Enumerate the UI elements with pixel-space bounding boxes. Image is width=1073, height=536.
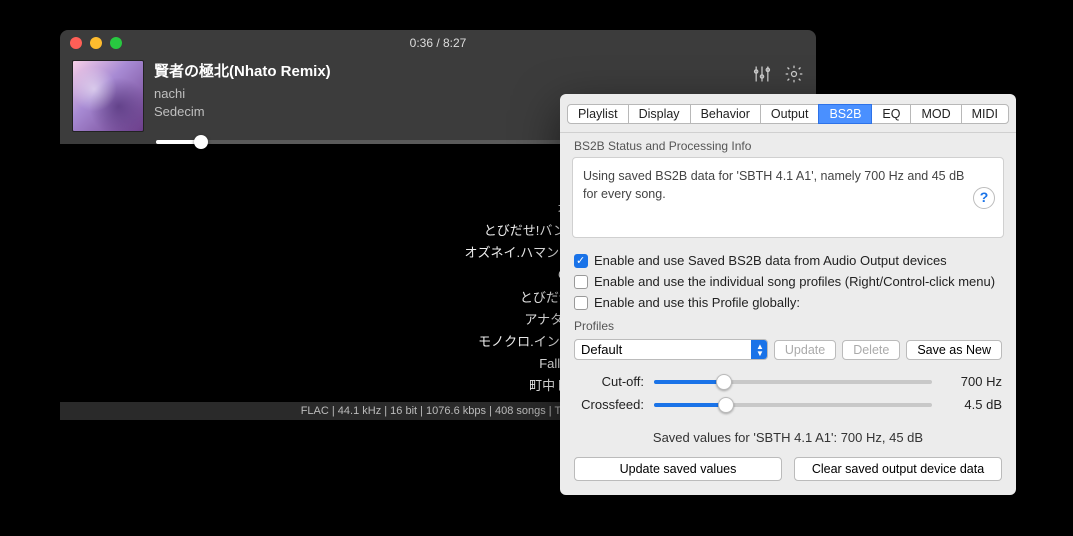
chk-individual-box[interactable] xyxy=(574,275,588,289)
gear-icon[interactable] xyxy=(784,64,804,89)
saved-values-line: Saved values for 'SBTH 4.1 A1': 700 Hz, … xyxy=(560,418,1016,451)
equalizer-icon[interactable] xyxy=(752,64,772,89)
cutoff-slider[interactable] xyxy=(654,380,932,384)
chk-individual[interactable]: Enable and use the individual song profi… xyxy=(574,271,1002,292)
status-text: Using saved BS2B data for 'SBTH 4.1 A1',… xyxy=(583,169,964,201)
window-controls xyxy=(70,37,122,49)
tab-mod[interactable]: MOD xyxy=(910,104,961,124)
cutoff-value: 700 Hz xyxy=(942,374,1002,389)
status-section-label: BS2B Status and Processing Info xyxy=(560,133,1016,155)
chk-saved-box[interactable] xyxy=(574,254,588,268)
cutoff-slider-row: Cut-off: 700 Hz xyxy=(574,370,1002,393)
settings-panel: PlaylistDisplayBehaviorOutputBS2BEQMODMI… xyxy=(560,94,1016,495)
chk-saved[interactable]: Enable and use Saved BS2B data from Audi… xyxy=(574,250,1002,271)
crossfeed-knob[interactable] xyxy=(718,397,734,413)
profile-select[interactable]: Default xyxy=(574,339,768,360)
tab-midi[interactable]: MIDI xyxy=(961,104,1009,124)
zoom-icon[interactable] xyxy=(110,37,122,49)
update-saved-button[interactable]: Update saved values xyxy=(574,457,782,481)
titlebar: 0:36 / 8:27 xyxy=(60,30,816,56)
clear-saved-button[interactable]: Clear saved output device data xyxy=(794,457,1002,481)
chk-global-box[interactable] xyxy=(574,296,588,310)
cutoff-label: Cut-off: xyxy=(574,374,644,389)
profile-select-wrap[interactable]: Default ▲▼ xyxy=(574,339,768,360)
status-infobox: Using saved BS2B data for 'SBTH 4.1 A1',… xyxy=(572,157,1004,238)
cutoff-knob[interactable] xyxy=(716,374,732,390)
tab-bs2b[interactable]: BS2B xyxy=(818,104,872,124)
delete-profile-button[interactable]: Delete xyxy=(842,340,900,360)
settings-tabs: PlaylistDisplayBehaviorOutputBS2BEQMODMI… xyxy=(560,94,1016,133)
crossfeed-slider[interactable] xyxy=(654,403,932,407)
tab-display[interactable]: Display xyxy=(628,104,691,124)
playback-time: 0:36 / 8:27 xyxy=(410,36,467,50)
tab-playlist[interactable]: Playlist xyxy=(567,104,629,124)
tab-behavior[interactable]: Behavior xyxy=(690,104,761,124)
minimize-icon[interactable] xyxy=(90,37,102,49)
profiles-label: Profiles xyxy=(560,317,1016,335)
np-title: 賢者の極北(Nhato Remix) xyxy=(154,60,752,81)
help-icon[interactable]: ? xyxy=(973,187,995,209)
update-profile-button[interactable]: Update xyxy=(774,340,836,360)
tab-output[interactable]: Output xyxy=(760,104,820,124)
save-as-new-button[interactable]: Save as New xyxy=(906,340,1002,360)
chk-global[interactable]: Enable and use this Profile globally: xyxy=(574,292,1002,313)
crossfeed-value: 4.5 dB xyxy=(942,397,1002,412)
close-icon[interactable] xyxy=(70,37,82,49)
crossfeed-label: Crossfeed: xyxy=(574,397,644,412)
album-art[interactable] xyxy=(72,60,144,132)
progress-knob[interactable] xyxy=(194,135,208,149)
tab-eq[interactable]: EQ xyxy=(871,104,911,124)
crossfeed-slider-row: Crossfeed: 4.5 dB xyxy=(574,393,1002,416)
